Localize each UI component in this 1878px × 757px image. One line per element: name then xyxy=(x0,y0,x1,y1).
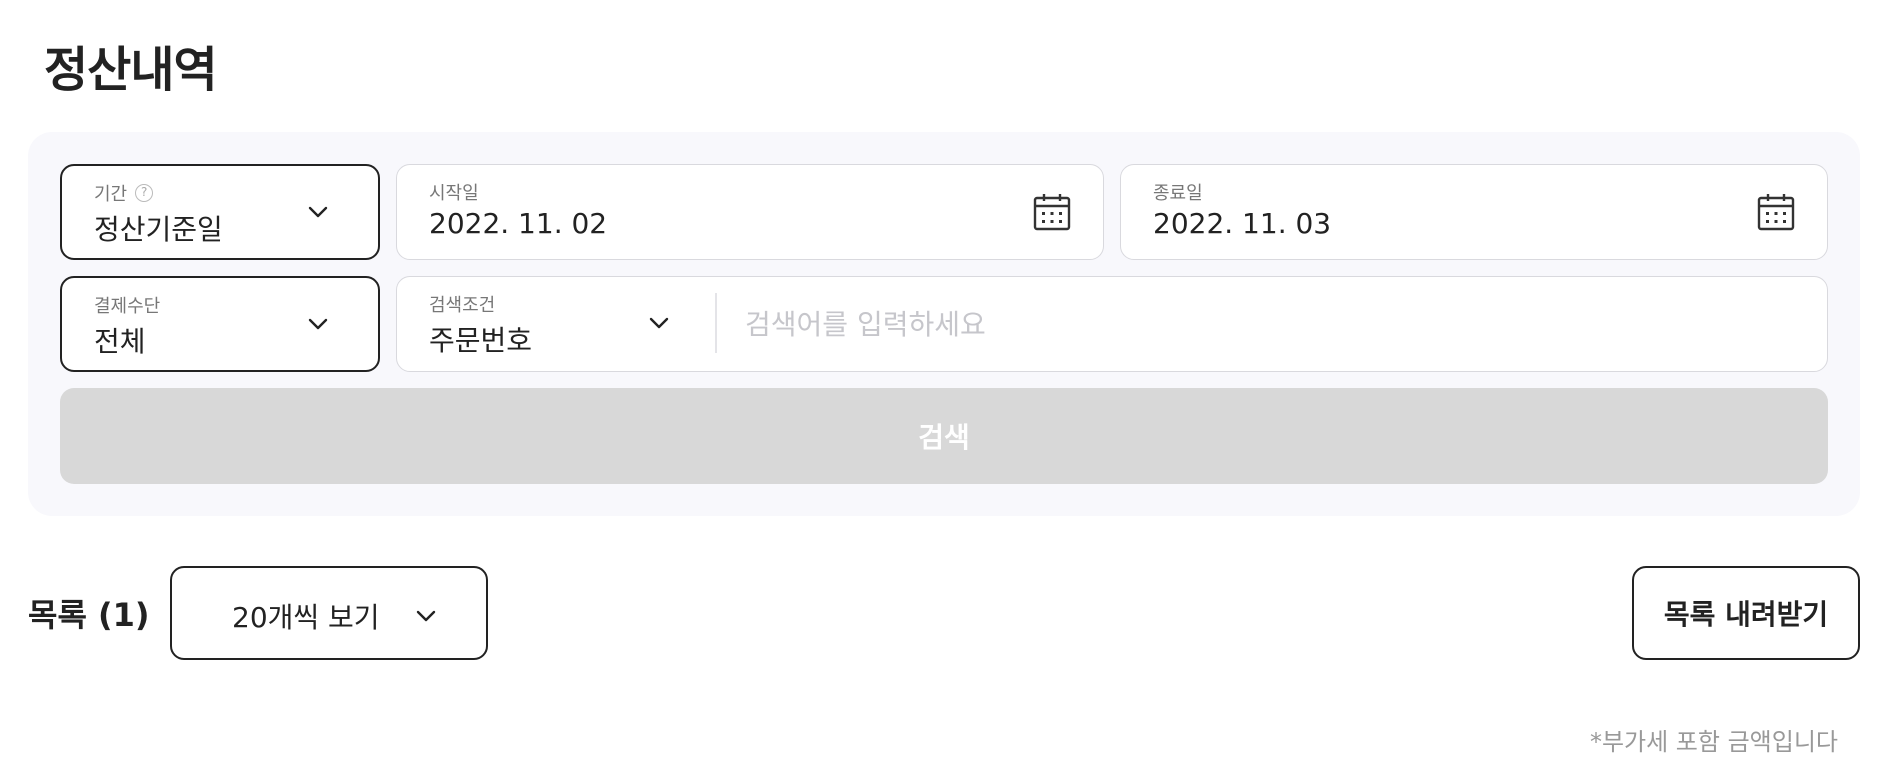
help-circle-icon[interactable]: ? xyxy=(135,184,154,202)
payment-method-label: 결제수단 xyxy=(94,296,161,317)
payment-method-select[interactable]: 결제수단 전체 xyxy=(60,276,380,372)
calendar-icon[interactable] xyxy=(1757,193,1795,231)
end-date-label: 종료일 xyxy=(1153,183,1203,204)
divider xyxy=(715,293,717,353)
period-value: 정산기준일 xyxy=(94,213,223,246)
payment-method-value: 전체 xyxy=(94,325,146,358)
period-select[interactable]: 기간 ? 정산기준일 xyxy=(60,164,380,260)
list-title: 목록 (1) xyxy=(28,596,150,634)
end-date-value: 2022. 11. 03 xyxy=(1153,207,1332,240)
end-date-field[interactable]: 종료일 2022. 11. 03 xyxy=(1120,164,1828,260)
start-date-value: 2022. 11. 02 xyxy=(429,207,608,240)
footnote: *부가세 포함 금액입니다 xyxy=(1589,728,1838,756)
page-size-value: 20개씩 보기 xyxy=(232,601,380,634)
search-input[interactable] xyxy=(743,295,1747,353)
calendar-icon[interactable] xyxy=(1033,193,1071,231)
search-condition-label: 검색조건 xyxy=(429,295,496,316)
chevron-down-icon xyxy=(308,206,328,218)
chevron-down-icon xyxy=(308,318,328,330)
search-condition-value: 주문번호 xyxy=(429,324,533,357)
page-title: 정산내역 xyxy=(44,42,218,98)
search-button[interactable]: 검색 xyxy=(60,388,1828,484)
chevron-down-icon xyxy=(416,610,436,622)
search-field-group: 검색조건 주문번호 xyxy=(396,276,1828,372)
chevron-down-icon xyxy=(649,317,669,329)
page-size-select[interactable]: 20개씩 보기 xyxy=(170,566,488,660)
start-date-field[interactable]: 시작일 2022. 11. 02 xyxy=(396,164,1104,260)
search-condition-select[interactable]: 검색조건 주문번호 xyxy=(397,277,713,369)
period-label: 기간 xyxy=(94,184,128,205)
download-list-button[interactable]: 목록 내려받기 xyxy=(1632,566,1860,660)
start-date-label: 시작일 xyxy=(429,183,479,204)
